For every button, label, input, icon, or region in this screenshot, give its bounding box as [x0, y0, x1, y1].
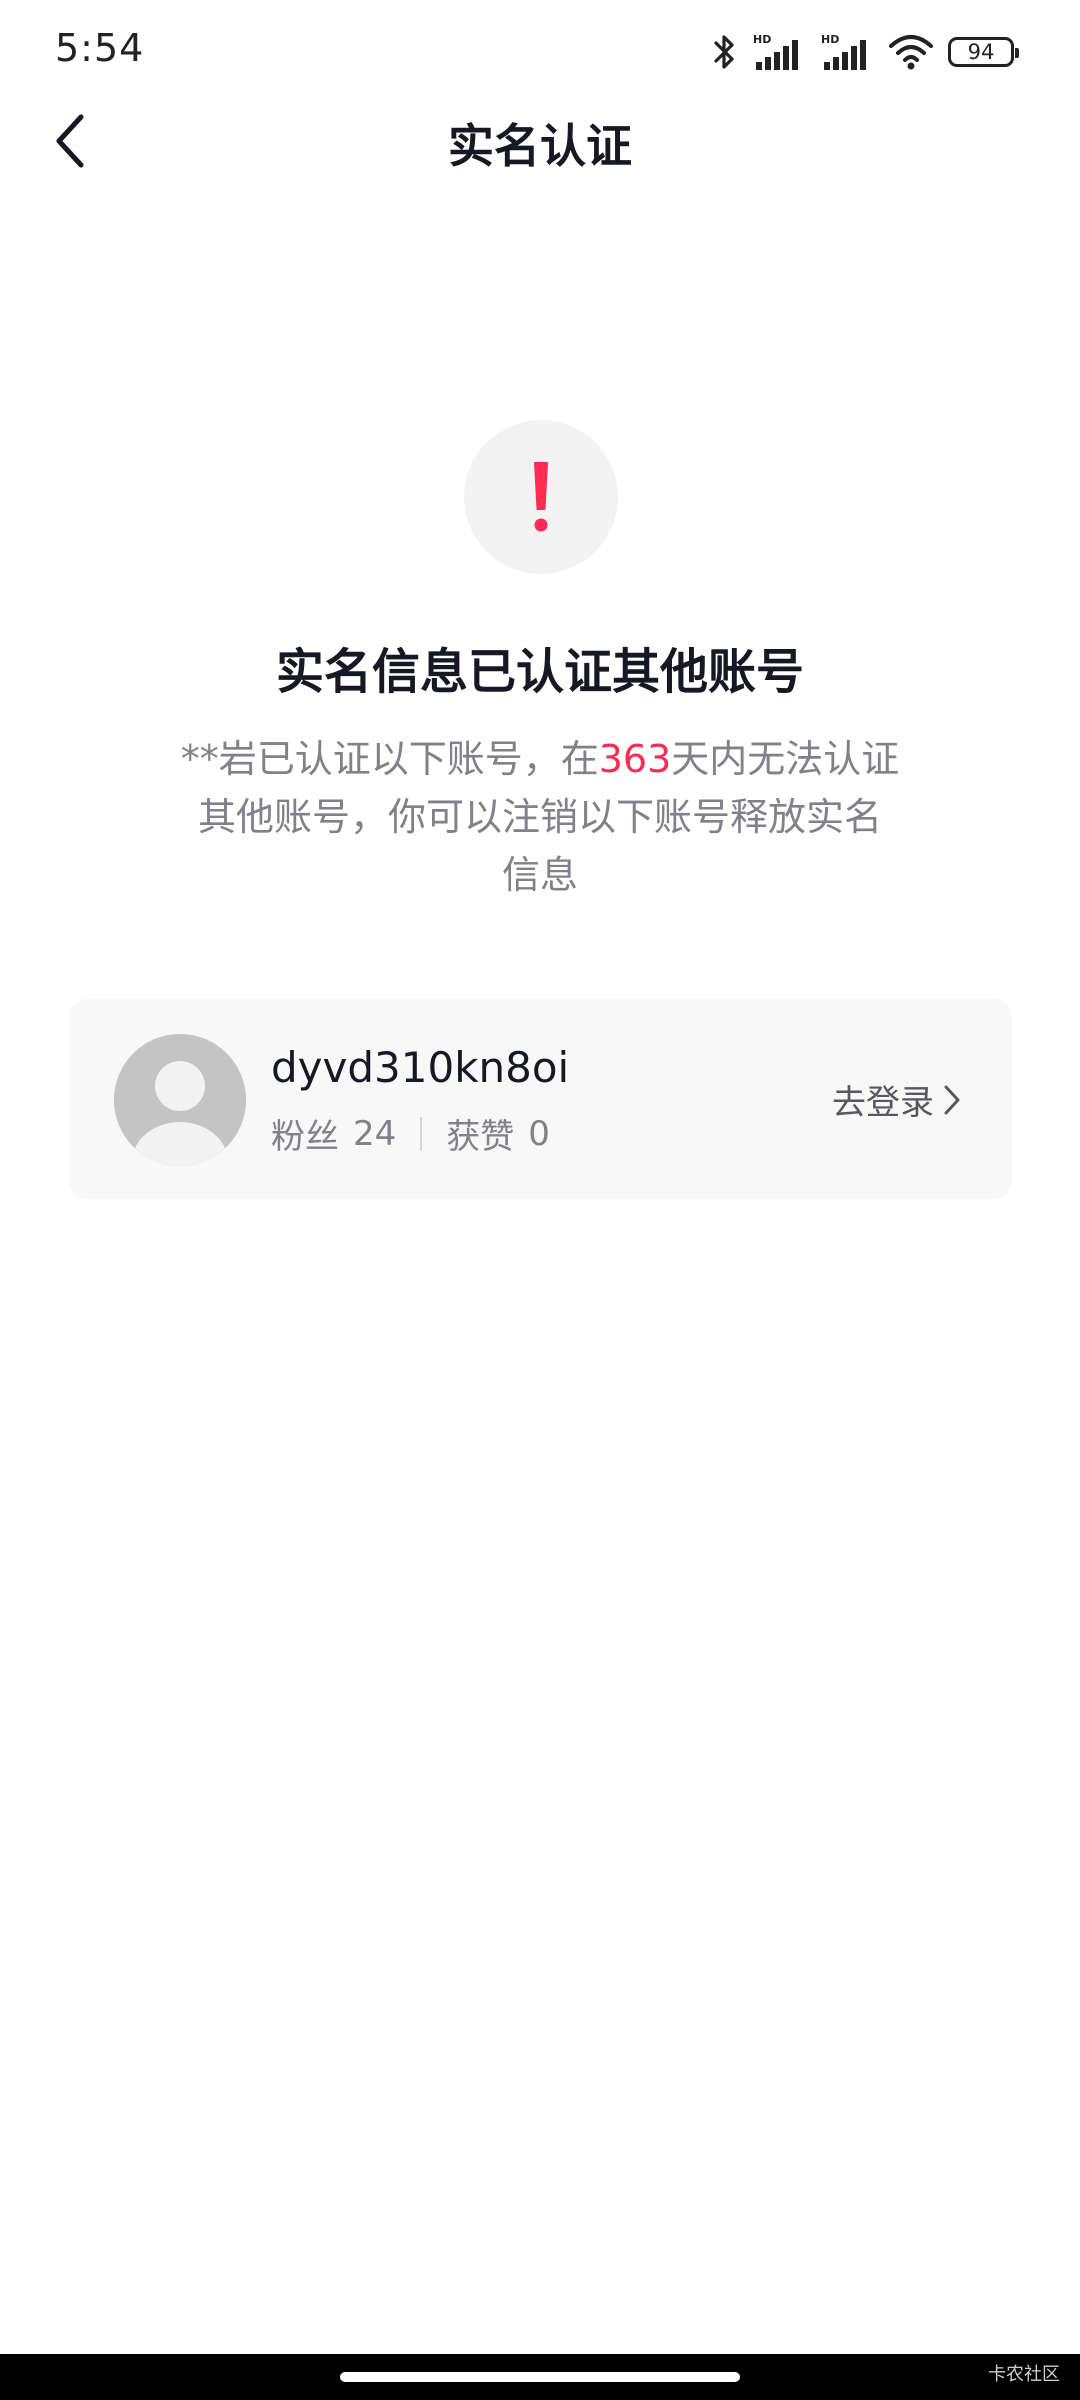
followers-label: 粉丝 [271, 1117, 339, 1157]
default-avatar-icon [114, 1034, 246, 1166]
go-login-label: 去登录 [832, 1083, 934, 1123]
go-login-button[interactable]: 去登录 [832, 1075, 962, 1124]
likes-count: 0 [528, 1113, 550, 1154]
home-indicator[interactable] [340, 2372, 740, 2382]
nav-bar: 实名认证 [0, 100, 1080, 180]
page-title: 实名认证 [448, 119, 632, 173]
chevron-right-icon [944, 1085, 960, 1114]
headline: 实名信息已认证其他账号 [275, 644, 804, 700]
bottom-nav-bar: 卡农社区 [0, 2354, 1080, 2400]
svg-text:HD: HD [821, 33, 839, 46]
battery-level: 94 [967, 40, 995, 64]
status-time: 5:54 [55, 26, 145, 70]
avatar [114, 1034, 246, 1166]
warning-badge [464, 420, 618, 574]
svg-text:HD: HD [753, 33, 771, 46]
exclamation-icon [534, 462, 548, 532]
description: **岩已认证以下账号，在363天内无法认证其他账号，你可以注销以下账号释放实名信… [180, 730, 900, 904]
description-text: **岩已认证以下账号，在 [180, 737, 599, 781]
followers-count: 24 [353, 1113, 397, 1154]
status-bar: 5:54 HD HD 94 [0, 0, 1080, 100]
account-card[interactable]: dyvd310kn8oi 粉丝 24 获赞 0 去登录 [69, 999, 1012, 1199]
status-icons: HD HD 94 [712, 30, 1020, 74]
watermark: 卡农社区 [988, 2364, 1060, 2385]
stat-divider [420, 1116, 423, 1151]
battery-icon: 94 [948, 37, 1019, 67]
likes-label: 获赞 [446, 1117, 515, 1157]
account-username: dyvd310kn8oi [271, 1043, 570, 1092]
wifi-icon [889, 35, 933, 70]
account-stats: 粉丝 24 获赞 0 [271, 1109, 550, 1158]
hd-signal-icon: HD [753, 33, 798, 70]
hd-signal-icon: HD [821, 33, 866, 70]
days-remaining: 363 [598, 737, 672, 781]
bluetooth-icon [714, 35, 734, 69]
